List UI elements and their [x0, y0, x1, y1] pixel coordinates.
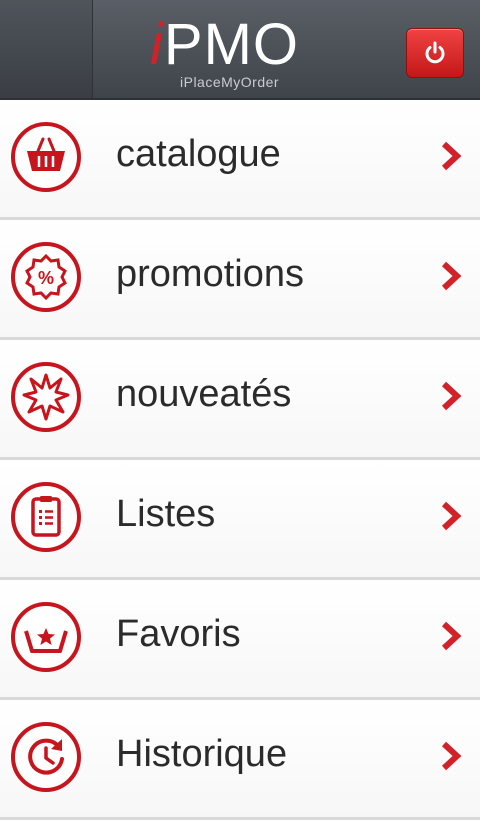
logo-subtitle: iPlaceMyOrder — [180, 74, 280, 90]
percent-badge-icon: % — [11, 242, 81, 312]
logo-wordmark: iPMO — [150, 16, 299, 74]
menu-item-label: catalogue — [116, 133, 281, 175]
star-basket-icon — [11, 602, 81, 672]
main-menu: catalogue % promotions nouveatés Listes … — [0, 100, 480, 820]
menu-item-favoris[interactable]: Favoris — [0, 580, 480, 700]
power-button[interactable] — [406, 28, 464, 78]
menu-item-label: Historique — [116, 733, 288, 775]
chevron-right-icon — [441, 381, 462, 411]
basket-icon — [11, 122, 81, 192]
menu-item-catalogue[interactable]: catalogue — [0, 100, 480, 220]
history-icon — [11, 722, 81, 792]
chevron-right-icon — [441, 141, 462, 171]
clipboard-icon — [11, 482, 81, 552]
power-icon — [425, 41, 445, 64]
svg-text:%: % — [38, 268, 54, 288]
logo-i: i — [150, 12, 164, 77]
menu-item-label: nouveatés — [116, 373, 292, 415]
menu-item-historique[interactable]: Historique — [0, 700, 480, 820]
chevron-right-icon — [441, 501, 462, 531]
menu-item-nouveautes[interactable]: nouveatés — [0, 340, 480, 460]
menu-item-listes[interactable]: Listes — [0, 460, 480, 580]
app-header: iPMO iPlaceMyOrder — [0, 0, 480, 100]
burst-icon — [11, 362, 81, 432]
chevron-right-icon — [441, 621, 462, 651]
menu-item-label: Favoris — [116, 613, 241, 655]
logo-text: PMO — [163, 12, 300, 77]
menu-item-promotions[interactable]: % promotions — [0, 220, 480, 340]
chevron-right-icon — [441, 261, 462, 291]
app-logo: iPMO iPlaceMyOrder — [150, 10, 320, 94]
menu-item-label: Listes — [116, 493, 216, 535]
header-left-panel — [0, 0, 93, 98]
chevron-right-icon — [441, 741, 462, 771]
menu-item-label: promotions — [116, 253, 304, 295]
